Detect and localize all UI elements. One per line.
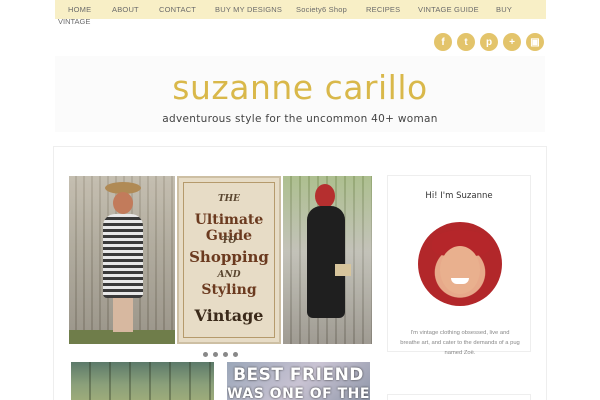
slide-photo-right	[283, 176, 372, 344]
slide-poster: THE Ultimate Guide TO Shopping AND Styli…	[177, 176, 281, 344]
pinterest-icon[interactable]: p	[480, 33, 498, 51]
about-widget: Hi! I'm Suzanne I'm vintage clothing obs…	[387, 175, 531, 356]
post-thumbnail-2[interactable]: BEST FRIEND WAS ONE OF THE	[227, 362, 370, 400]
instagram-icon[interactable]: ▣	[526, 33, 544, 51]
poster-line: Styling	[201, 282, 257, 298]
poster-line: AND	[217, 270, 241, 280]
slider-dot-2[interactable]	[213, 352, 218, 357]
site-title[interactable]: suzanne carillo	[0, 68, 600, 107]
nav-contact[interactable]: CONTACT	[159, 5, 196, 14]
slider-dot-3[interactable]	[223, 352, 228, 357]
avatar	[418, 222, 502, 306]
slide-photo-left	[69, 176, 175, 344]
featured-slider[interactable]: THE Ultimate Guide TO Shopping AND Styli…	[69, 176, 372, 344]
thumbnail-text: BEST FRIEND	[233, 365, 364, 385]
about-bio: I'm vintage clothing obsessed, live and …	[400, 330, 520, 356]
site-tagline: adventurous style for the uncommon 40+ w…	[162, 113, 438, 125]
widget-title: Hi! I'm Suzanne	[425, 191, 493, 201]
poster-line: Shopping	[189, 248, 269, 266]
thumbnail-text: WAS ONE OF THE	[227, 386, 370, 400]
slider-dot-1[interactable]	[203, 352, 208, 357]
nav-about[interactable]: ABOUT	[112, 5, 139, 14]
nav-society6-shop[interactable]: Society6 Shop	[296, 5, 347, 14]
nav-buy-my-designs[interactable]: BUY MY DESIGNS	[215, 5, 282, 14]
nav-buy-vintage[interactable]: BUY	[496, 5, 512, 14]
facebook-icon[interactable]: f	[434, 33, 452, 51]
poster-line: TO	[221, 236, 237, 246]
nav-vintage-guide[interactable]: VINTAGE GUIDE	[418, 5, 479, 14]
nav-recipes[interactable]: RECIPES	[366, 5, 400, 14]
poster-line: Vintage	[194, 306, 264, 325]
next-widget	[387, 394, 531, 400]
slider-dot-4[interactable]	[233, 352, 238, 357]
post-thumbnail-1[interactable]	[71, 362, 214, 400]
twitter-icon[interactable]: t	[457, 33, 475, 51]
google-plus-icon[interactable]: +	[503, 33, 521, 51]
poster-line: THE	[217, 194, 241, 204]
nav-buy-vintage-wrap[interactable]: VINTAGE	[58, 17, 90, 26]
nav-home[interactable]: HOME	[68, 5, 91, 14]
